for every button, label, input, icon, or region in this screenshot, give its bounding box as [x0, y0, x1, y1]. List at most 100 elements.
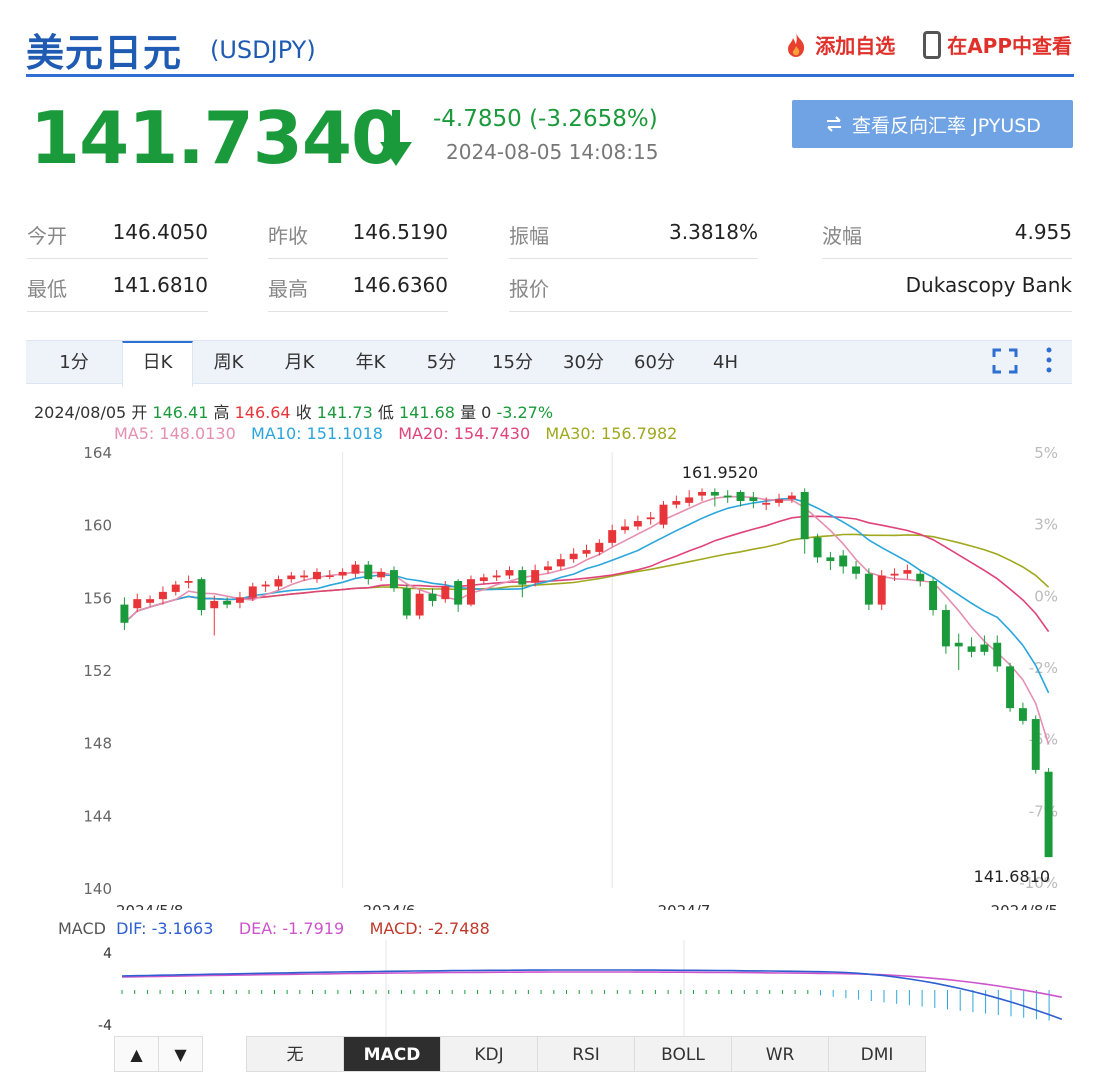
candle-body	[351, 564, 360, 574]
ohlc-vol-label: 量	[460, 403, 477, 422]
candle-body	[210, 600, 219, 609]
x-tick-label: 2024/8/5	[991, 902, 1058, 910]
scroll-up-button[interactable]: ▲	[114, 1036, 159, 1072]
candle-body	[377, 571, 386, 578]
open-value: 146.4050	[112, 220, 208, 244]
tab-1min[interactable]: 1分	[26, 341, 122, 383]
macd-y-top: 4	[103, 946, 112, 962]
candle-body	[158, 591, 167, 600]
tab-4h[interactable]: 4H	[690, 341, 761, 383]
candle-body	[223, 600, 232, 605]
current-price: 141.7340	[30, 96, 401, 180]
reverse-rate-button[interactable]: 查看反向汇率 JPYUSD	[792, 100, 1073, 148]
high-marker-label: 161.9520	[682, 463, 758, 482]
candle-body	[698, 491, 706, 496]
ohlc-high-label: 高	[213, 403, 230, 422]
candle-body	[710, 491, 719, 496]
candle-body	[813, 537, 822, 558]
candle-body	[1031, 719, 1040, 770]
quote-source-label: 报价	[509, 277, 549, 301]
candle-body	[492, 575, 501, 578]
indicator-tabs: ▲ ▼ 无 MACD KDJ RSI BOLL WR DMI	[114, 1036, 926, 1072]
quote-source-value: Dukascopy Bank	[905, 273, 1072, 297]
indicator-wr[interactable]: WR	[731, 1036, 829, 1072]
ma5-line	[123, 495, 1050, 745]
candle-body	[762, 502, 771, 505]
indicator-kdj[interactable]: KDJ	[440, 1036, 538, 1072]
candle-body	[582, 550, 591, 554]
scroll-down-button[interactable]: ▼	[158, 1036, 203, 1072]
candlestick-chart[interactable]: 1641601561521481441405%3%0%-2%-5%-7%-10%…	[0, 440, 1100, 910]
ohlc-close: 141.73	[316, 403, 373, 422]
candle-body	[621, 526, 629, 531]
ohlc-summary: 2024/08/05 开 146.41 高 146.64 收 141.73 低 …	[34, 399, 553, 423]
candle-body	[852, 566, 861, 574]
candle-body	[685, 497, 694, 503]
candle-body	[312, 571, 321, 580]
tab-weekly[interactable]: 周K	[193, 341, 264, 383]
amplitude-label: 振幅	[509, 224, 549, 248]
candle-body	[672, 501, 681, 505]
low-value: 141.6810	[112, 273, 208, 297]
tab-daily[interactable]: 日K	[122, 341, 193, 387]
add-watchlist-button[interactable]: 添加自选	[783, 30, 895, 59]
y-tick-label: 144	[83, 807, 112, 825]
candle-body	[248, 586, 257, 598]
candle-body	[133, 599, 142, 609]
candle-body	[120, 604, 129, 623]
tab-15min[interactable]: 15分	[477, 341, 548, 383]
indicator-macd[interactable]: MACD	[343, 1036, 441, 1072]
candle-body	[274, 579, 283, 587]
more-icon[interactable]	[1046, 346, 1052, 374]
candle-body	[518, 570, 527, 585]
candle-body	[556, 559, 565, 567]
y-tick-label: 140	[83, 880, 112, 898]
candle-body	[389, 570, 398, 589]
ohlc-open-label: 开	[131, 403, 148, 422]
phone-icon	[923, 30, 942, 59]
view-in-app-button[interactable]: 在APP中查看	[923, 30, 1072, 59]
candle-body	[903, 570, 912, 574]
fullscreen-icon[interactable]	[992, 348, 1018, 374]
macd-dea: DEA: -1.7919	[238, 919, 345, 938]
indicator-dmi[interactable]: DMI	[828, 1036, 926, 1072]
pct-tick-label: -7%	[1029, 802, 1058, 820]
divider	[27, 258, 208, 259]
candle-body	[146, 599, 155, 603]
indicator-boll[interactable]: BOLL	[634, 1036, 732, 1072]
divider	[268, 258, 448, 259]
y-tick-label: 156	[83, 589, 112, 607]
candle-body	[826, 557, 835, 561]
candle-body	[864, 573, 873, 605]
tab-30min[interactable]: 30分	[548, 341, 619, 383]
candle-body	[633, 521, 642, 527]
candle-body	[839, 555, 848, 567]
tab-monthly[interactable]: 月K	[264, 341, 335, 383]
candle-body	[1018, 708, 1027, 721]
tab-5min[interactable]: 5分	[406, 341, 477, 383]
candle-body	[877, 575, 886, 605]
candle-body	[544, 566, 552, 571]
tab-yearly[interactable]: 年K	[335, 341, 406, 383]
candle-body	[723, 495, 732, 498]
ohlc-low-label: 低	[377, 403, 394, 422]
tab-60min[interactable]: 60分	[619, 341, 690, 383]
candle-body	[967, 646, 976, 652]
divider	[27, 311, 208, 312]
high-value: 146.6360	[352, 273, 448, 297]
indicator-none[interactable]: 无	[246, 1036, 344, 1072]
candle-body	[595, 542, 604, 552]
candle-body	[415, 593, 424, 616]
candle-body	[197, 579, 206, 611]
x-tick-label: 2024/7	[658, 902, 711, 910]
macd-summary: MACD DIF: -3.1663 DEA: -1.7919 MACD: -2.…	[58, 919, 490, 938]
price-change: -4.7850 (-3.2658%)	[433, 106, 658, 132]
candle-body	[993, 642, 1002, 667]
candle-body	[929, 580, 938, 611]
indicator-rsi[interactable]: RSI	[537, 1036, 635, 1072]
low-marker-label: 141.6810	[974, 867, 1050, 886]
down-arrow-icon	[380, 110, 412, 166]
candle-body	[505, 570, 514, 576]
y-tick-label: 152	[83, 662, 112, 680]
